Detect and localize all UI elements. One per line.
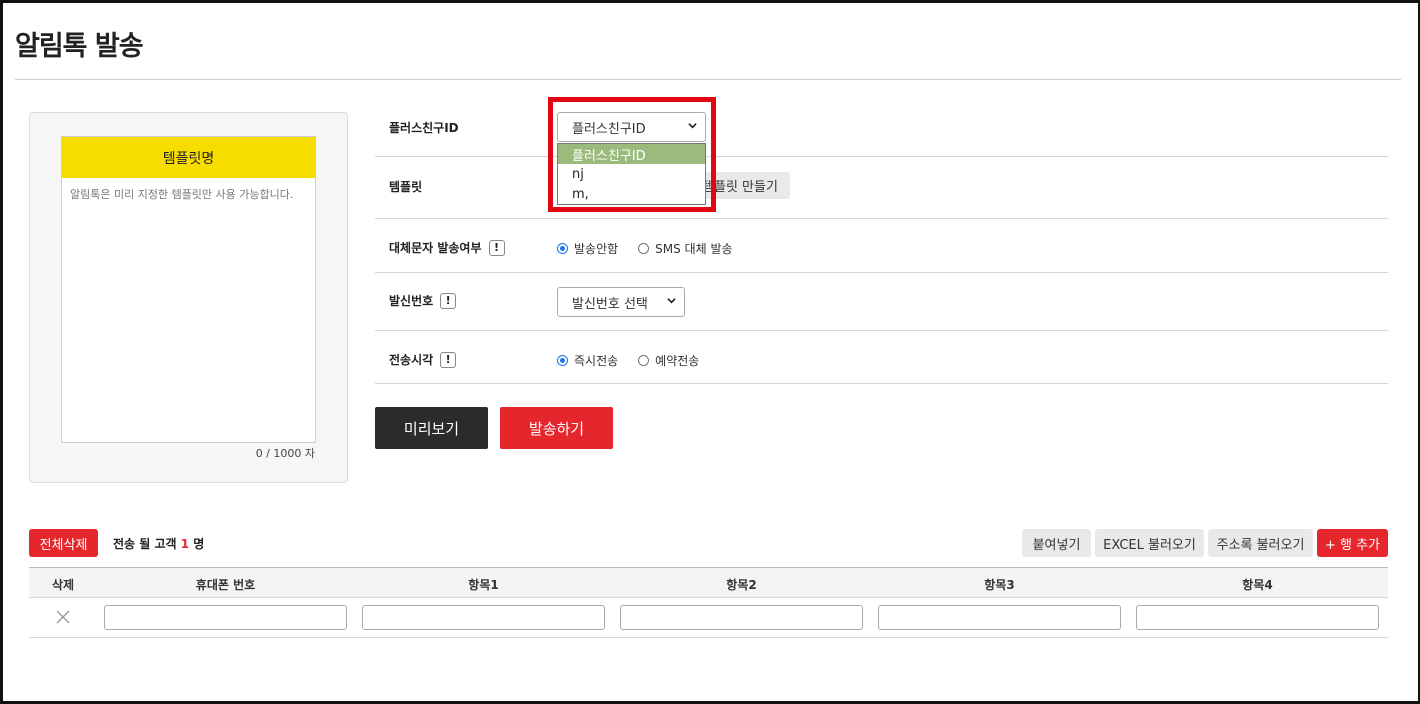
paste-button[interactable]: 붙여넣기 bbox=[1022, 529, 1091, 557]
column-header-item2: 항목2 bbox=[726, 578, 757, 592]
template-label-text: 템플릿 bbox=[389, 180, 423, 194]
send-time-label: 전송시각 ! bbox=[389, 351, 457, 368]
fallback-label-text: 대체문자 발송여부 bbox=[389, 241, 482, 255]
radio-unchecked-icon[interactable] bbox=[638, 243, 650, 254]
template-name-header: 템플릿명 bbox=[62, 137, 315, 178]
delete-all-button[interactable]: 전체삭제 bbox=[29, 529, 98, 557]
annotation-highlight-box bbox=[548, 97, 716, 212]
radio-checked-icon[interactable] bbox=[557, 243, 568, 254]
preview-button[interactable]: 미리보기 bbox=[375, 407, 488, 449]
recipient-count-number: 1 bbox=[180, 537, 190, 551]
phone-number-input[interactable] bbox=[104, 605, 347, 630]
template-row: 템플릿 bbox=[375, 157, 1388, 219]
recipient-count-suffix: 명 bbox=[193, 537, 205, 551]
send-time-option-scheduled[interactable]: 예약전송 bbox=[638, 352, 699, 369]
message-preview-panel: 템플릿명 알림톡은 미리 지정한 템플릿만 사용 가능합니다. 0 / 1000… bbox=[29, 112, 348, 483]
recipient-table-header: 삭제 휴대폰 번호 항목1 항목2 항목3 항목4 bbox=[29, 567, 1388, 598]
fallback-option-sms[interactable]: SMS 대체 발송 bbox=[638, 240, 733, 257]
send-time-row: 전송시각 ! 즉시전송 예약전송 bbox=[375, 331, 1388, 384]
column-header-item3: 항목3 bbox=[984, 578, 1015, 592]
fallback-option-sms-label: SMS 대체 발송 bbox=[655, 242, 733, 256]
sender-label: 발신번호 ! bbox=[389, 292, 457, 309]
send-time-option-scheduled-label: 예약전송 bbox=[655, 354, 700, 368]
column-header-phone: 휴대폰 번호 bbox=[195, 578, 256, 592]
sender-row: 발신번호 ! bbox=[375, 273, 1388, 331]
send-time-option-now-label: 즉시전송 bbox=[574, 354, 619, 368]
fallback-option-none[interactable]: 발송안함 bbox=[557, 240, 618, 257]
chevron-down-icon bbox=[667, 298, 676, 304]
template-label: 템플릿 bbox=[389, 178, 422, 195]
item4-input[interactable] bbox=[1136, 605, 1379, 630]
info-icon[interactable]: ! bbox=[440, 292, 457, 309]
address-book-import-button[interactable]: 주소록 불러오기 bbox=[1208, 529, 1313, 557]
sender-number-select[interactable]: 발신번호 선택 bbox=[557, 287, 685, 317]
fallback-option-none-label: 발송안함 bbox=[574, 242, 619, 256]
plus-friend-row: 플러스친구ID bbox=[375, 100, 1388, 157]
sender-label-text: 발신번호 bbox=[389, 294, 434, 308]
plus-friend-label-text: 플러스친구ID bbox=[389, 121, 459, 135]
fallback-radio-group: 발송안함 SMS 대체 발송 bbox=[557, 240, 733, 257]
character-counter: 0 / 1000 자 bbox=[255, 447, 315, 460]
preview-body-text: 알림톡은 미리 지정한 템플릿만 사용 가능합니다. bbox=[70, 188, 294, 201]
title-divider bbox=[15, 79, 1401, 80]
send-time-radio-group: 즉시전송 예약전송 bbox=[557, 352, 699, 369]
recipient-count: 전송 될 고객 1 명 bbox=[113, 535, 204, 552]
send-button[interactable]: 발송하기 bbox=[500, 407, 613, 449]
preview-bubble: 템플릿명 알림톡은 미리 지정한 템플릿만 사용 가능합니다. bbox=[61, 136, 316, 443]
item1-input[interactable] bbox=[362, 605, 605, 630]
info-icon[interactable]: ! bbox=[488, 239, 505, 256]
column-header-item1: 항목1 bbox=[468, 578, 499, 592]
info-icon[interactable]: ! bbox=[440, 351, 457, 368]
plus-friend-label: 플러스친구ID bbox=[389, 119, 459, 136]
add-row-button[interactable]: + 행 추가 bbox=[1317, 529, 1388, 557]
column-header-delete: 삭제 bbox=[51, 578, 75, 592]
send-time-option-now[interactable]: 즉시전송 bbox=[557, 352, 618, 369]
fallback-row: 대체문자 발송여부 ! 발송안함 SMS 대체 발송 bbox=[375, 219, 1388, 273]
table-row bbox=[29, 598, 1388, 638]
radio-checked-icon[interactable] bbox=[557, 355, 568, 366]
page-title: 알림톡 발송 bbox=[15, 31, 144, 62]
radio-unchecked-icon[interactable] bbox=[638, 355, 650, 366]
recipient-count-prefix: 전송 될 고객 bbox=[113, 537, 177, 551]
close-icon[interactable] bbox=[55, 609, 71, 625]
excel-import-button[interactable]: EXCEL 불러오기 bbox=[1095, 529, 1204, 557]
item3-input[interactable] bbox=[878, 605, 1121, 630]
sender-number-select-value: 발신번호 선택 bbox=[572, 296, 648, 312]
item2-input[interactable] bbox=[620, 605, 863, 630]
send-time-label-text: 전송시각 bbox=[389, 353, 434, 367]
fallback-label: 대체문자 발송여부 ! bbox=[389, 239, 505, 256]
column-header-item4: 항목4 bbox=[1242, 578, 1273, 592]
